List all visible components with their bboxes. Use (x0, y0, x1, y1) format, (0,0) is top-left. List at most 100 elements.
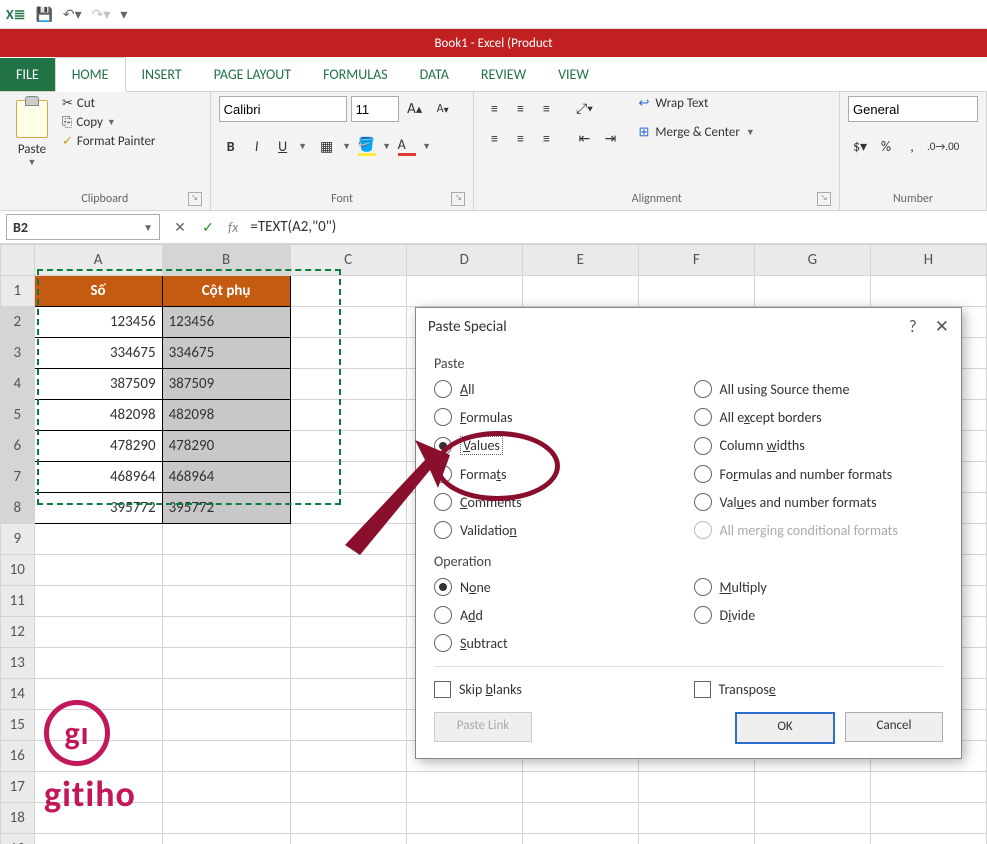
row-header-5[interactable]: 5 (1, 400, 35, 431)
cell-A8[interactable]: 395772 (34, 493, 162, 524)
cell-empty[interactable] (754, 276, 870, 307)
qat-customize-icon[interactable]: ▾ (120, 6, 127, 23)
column-header-E[interactable]: E (522, 245, 638, 276)
font-color-button[interactable]: A (395, 134, 419, 158)
cut-button[interactable]: ✂Cut (62, 96, 155, 111)
align-bottom-icon[interactable]: ≡ (534, 96, 558, 120)
cell-empty[interactable] (522, 834, 638, 844)
column-header-C[interactable]: C (290, 245, 406, 276)
bold-button[interactable]: B (219, 134, 243, 158)
cell-empty[interactable] (290, 679, 406, 710)
enter-formula-icon[interactable]: ✓ (194, 219, 222, 236)
cell-B7[interactable]: 468964 (162, 462, 290, 493)
cell-empty[interactable] (34, 586, 162, 617)
cell-empty[interactable] (638, 772, 754, 803)
align-center-icon[interactable]: ≡ (508, 126, 532, 150)
column-header-F[interactable]: F (638, 245, 754, 276)
cell-empty[interactable] (754, 772, 870, 803)
paste-dropdown-icon[interactable]: ▼ (28, 157, 37, 168)
cell-empty[interactable] (290, 431, 406, 462)
fx-icon[interactable]: fx (228, 219, 238, 236)
row-header-13[interactable]: 13 (1, 648, 35, 679)
align-left-icon[interactable]: ≡ (482, 126, 506, 150)
orientation-button[interactable]: ⤢▾ (572, 96, 596, 120)
cell-empty[interactable] (638, 834, 754, 844)
row-header-1[interactable]: 1 (1, 276, 35, 307)
cell-empty[interactable] (162, 648, 290, 679)
cell-empty[interactable] (34, 834, 162, 844)
cell-empty[interactable] (870, 803, 986, 834)
column-header-H[interactable]: H (870, 245, 986, 276)
row-header-2[interactable]: 2 (1, 307, 35, 338)
cell-empty[interactable] (290, 276, 406, 307)
name-box[interactable]: B2▼ (6, 214, 160, 240)
cell-empty[interactable] (406, 803, 522, 834)
row-header-17[interactable]: 17 (1, 772, 35, 803)
cell-empty[interactable] (162, 834, 290, 844)
cell-empty[interactable] (290, 710, 406, 741)
cell-empty[interactable] (290, 524, 406, 555)
operation-subtract[interactable]: Subtract (434, 634, 684, 652)
cell-B1[interactable]: Cột phụ (162, 276, 290, 307)
underline-dropdown[interactable]: ▼ (297, 134, 309, 158)
redo-icon[interactable]: ↷▾ (92, 6, 111, 23)
column-header-B[interactable]: B (162, 245, 290, 276)
formula-input[interactable]: =TEXT(A2,"0") (244, 218, 987, 236)
paste-option-comments[interactable]: Comments (434, 493, 684, 511)
tab-formulas[interactable]: FORMULAS (307, 58, 404, 91)
tab-home[interactable]: HOME (55, 57, 126, 92)
row-header-14[interactable]: 14 (1, 679, 35, 710)
cell-empty[interactable] (406, 772, 522, 803)
number-format-select[interactable] (848, 96, 978, 122)
cell-empty[interactable] (290, 741, 406, 772)
row-header-6[interactable]: 6 (1, 431, 35, 462)
merge-center-button[interactable]: ⊞Merge & Center ▼ (638, 125, 754, 140)
cell-empty[interactable] (406, 834, 522, 844)
cell-empty[interactable] (290, 648, 406, 679)
cell-A5[interactable]: 482098 (34, 400, 162, 431)
copy-button[interactable]: ⎘Copy ▼ (62, 115, 155, 130)
borders-button[interactable]: ▦ (315, 134, 339, 158)
format-painter-button[interactable]: ✓Format Painter (62, 134, 155, 149)
cell-empty[interactable] (162, 586, 290, 617)
cell-empty[interactable] (870, 834, 986, 844)
fill-color-dropdown[interactable]: ▼ (381, 134, 393, 158)
skip-blanks-checkbox[interactable]: Skip blanks (434, 681, 684, 698)
comma-button[interactable]: , (900, 134, 924, 158)
paste-option-validation[interactable]: Validation (434, 521, 684, 539)
row-header-4[interactable]: 4 (1, 369, 35, 400)
tab-data[interactable]: DATA (404, 58, 465, 91)
cell-empty[interactable] (290, 307, 406, 338)
cell-empty[interactable] (290, 400, 406, 431)
decrease-indent-icon[interactable]: ⇤ (572, 126, 596, 150)
tab-page-layout[interactable]: PAGE LAYOUT (198, 58, 307, 91)
cell-A6[interactable]: 478290 (34, 431, 162, 462)
cell-empty[interactable] (522, 276, 638, 307)
row-header-9[interactable]: 9 (1, 524, 35, 555)
row-header-15[interactable]: 15 (1, 710, 35, 741)
cell-empty[interactable] (638, 803, 754, 834)
cell-empty[interactable] (34, 555, 162, 586)
cell-empty[interactable] (162, 741, 290, 772)
align-middle-icon[interactable]: ≡ (508, 96, 532, 120)
cell-empty[interactable] (870, 772, 986, 803)
cell-empty[interactable] (754, 803, 870, 834)
cell-empty[interactable] (290, 462, 406, 493)
increase-indent-icon[interactable]: ⇥ (598, 126, 622, 150)
underline-button[interactable]: U (271, 134, 295, 158)
cell-B6[interactable]: 478290 (162, 431, 290, 462)
cell-empty[interactable] (290, 834, 406, 844)
clipboard-dialog-launcher[interactable]: ↘ (188, 192, 202, 206)
row-header-16[interactable]: 16 (1, 741, 35, 772)
save-icon[interactable]: 💾 (35, 6, 52, 23)
cell-A4[interactable]: 387509 (34, 369, 162, 400)
align-right-icon[interactable]: ≡ (534, 126, 558, 150)
row-header-8[interactable]: 8 (1, 493, 35, 524)
cell-empty[interactable] (162, 710, 290, 741)
font-color-dropdown[interactable]: ▼ (421, 134, 433, 158)
row-header-18[interactable]: 18 (1, 803, 35, 834)
operation-none[interactable]: None (434, 578, 684, 596)
cancel-formula-icon[interactable]: ✕ (166, 219, 194, 236)
row-header-3[interactable]: 3 (1, 338, 35, 369)
alignment-dialog-launcher[interactable]: ↘ (817, 192, 831, 206)
